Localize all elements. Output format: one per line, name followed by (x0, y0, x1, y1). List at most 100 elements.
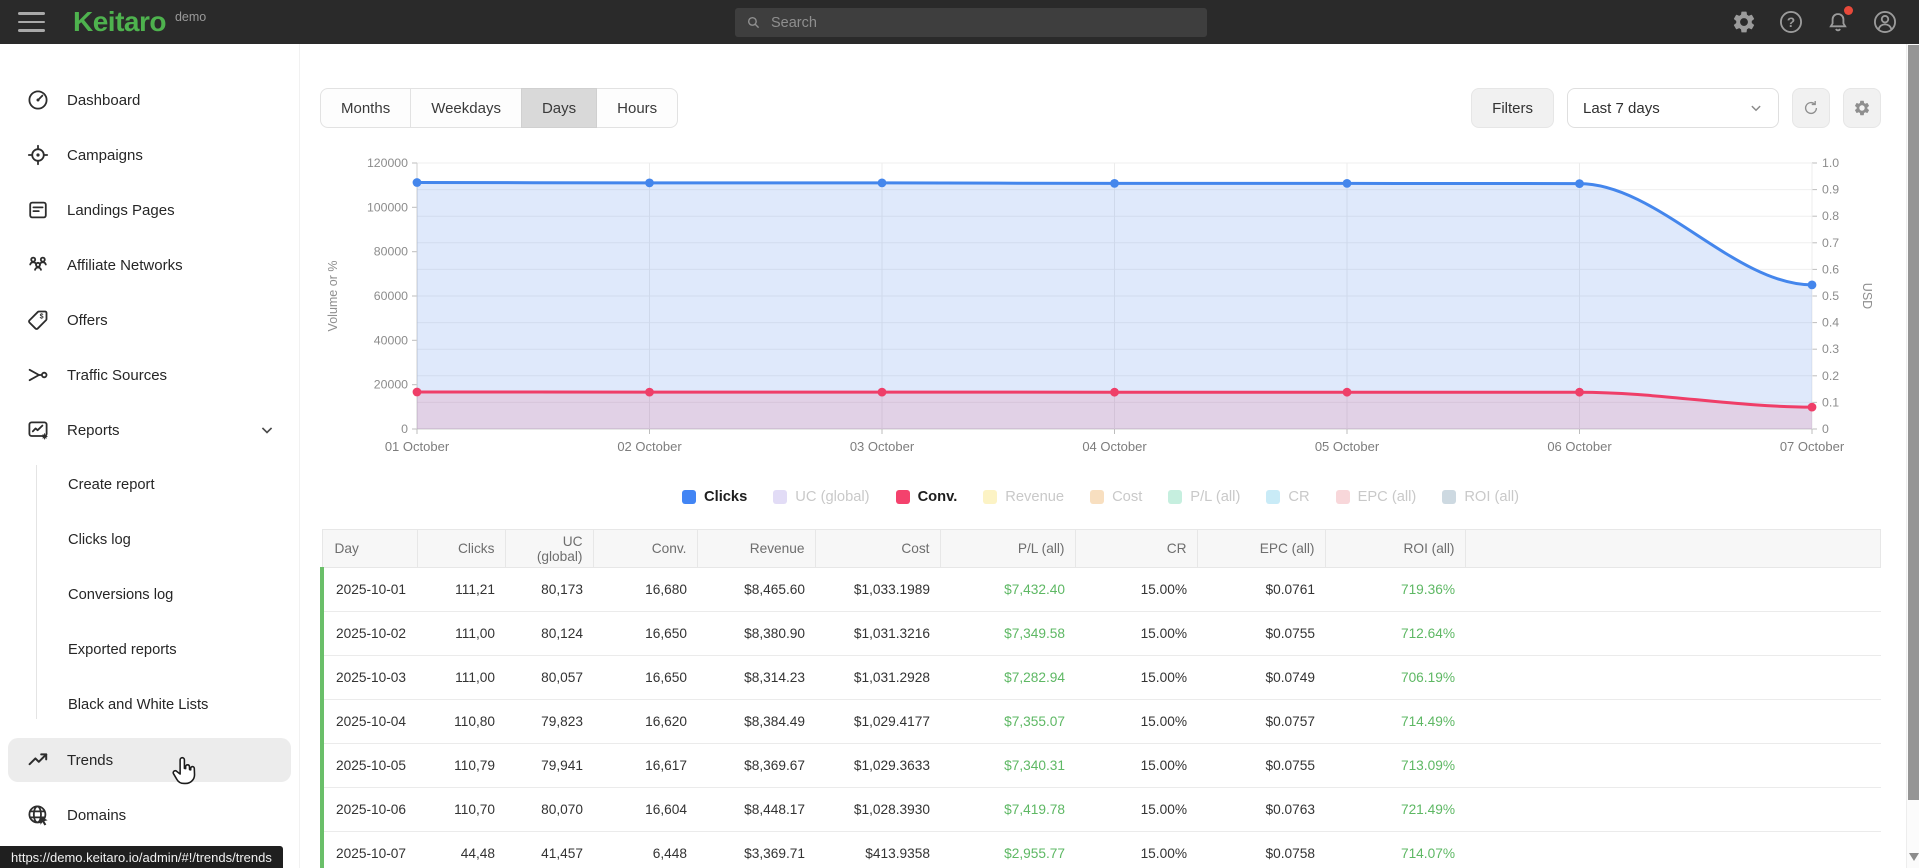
cell-cr: 15.00% (1075, 655, 1197, 700)
sidebar-item-label: Offers (67, 311, 108, 329)
legend-item-p-l-all-[interactable]: P/L (all) (1168, 489, 1240, 505)
cell-conv-: 16,620 (593, 699, 697, 744)
cell-conv-: 16,617 (593, 743, 697, 788)
scroll-down-arrow-icon[interactable] (1909, 853, 1919, 861)
legend-item-roi-all-[interactable]: ROI (all) (1442, 489, 1519, 505)
cell-p-l-all-: $7,340.31 (940, 743, 1075, 788)
chart-settings-button[interactable] (1843, 88, 1881, 128)
table-row[interactable]: 2025-10-05 110,79 79,941 16,617 $8,369.67 $1,… (320, 743, 1881, 788)
column-header-epc-all-[interactable]: EPC (all) (1196, 529, 1326, 568)
table-row[interactable]: 2025-10-03 111,00 80,057 16,650 $8,314.23 $1,… (320, 655, 1881, 700)
sidebar-item-dashboard[interactable]: Dashboard (8, 78, 291, 122)
tab-days[interactable]: Days (520, 88, 598, 128)
menu-icon[interactable] (18, 12, 45, 32)
column-header-cost[interactable]: Cost (814, 529, 941, 568)
sidebar-subitem-create-report[interactable]: Create report (8, 463, 291, 507)
legend-item-cost[interactable]: Cost (1090, 489, 1142, 505)
sidebar-item-trends[interactable]: Trends (8, 738, 291, 782)
sidebar-subitem-exported-reports[interactable]: Exported reports (8, 628, 291, 672)
legend-swatch (983, 490, 998, 504)
table-row[interactable]: 2025-10-04 110,80 79,823 16,620 $8,384.49 $1,… (320, 699, 1881, 744)
tab-months[interactable]: Months (320, 88, 412, 128)
cell-epc-all-: $0.0755 (1197, 611, 1325, 656)
cell-conv-: 16,680 (593, 567, 697, 612)
sidebar-item-reports[interactable]: Reports (8, 408, 291, 452)
search-input[interactable] (771, 14, 1197, 31)
account-icon[interactable] (1872, 9, 1898, 35)
refresh-button[interactable] (1792, 88, 1830, 128)
scrollbar[interactable] (1906, 44, 1919, 868)
cell-clicks: 111,00 (417, 655, 505, 700)
trends-table: Day Clicks UC (global) Conv. Revenue Cost P/L … (320, 529, 1881, 868)
column-header-uc-global-[interactable]: UC (global) (504, 529, 594, 568)
sidebar-subitem-black-and-white-lists[interactable]: Black and White Lists (8, 683, 291, 727)
tab-hours[interactable]: Hours (596, 88, 679, 128)
reports-submenu: Create report Clicks log Conversions log Ex… (0, 463, 299, 727)
filters-button[interactable]: Filters (1471, 88, 1554, 128)
cell-cr: 15.00% (1075, 787, 1197, 832)
sidebar-subitem-clicks-log[interactable]: Clicks log (8, 518, 291, 562)
svg-text:0.9: 0.9 (1822, 183, 1839, 197)
landings-icon (26, 198, 50, 222)
svg-text:?: ? (1787, 15, 1795, 30)
brand-logo: Keitaro (73, 6, 166, 37)
legend-item-clicks[interactable]: Clicks (682, 489, 747, 505)
cell-day: 2025-10-05 (320, 743, 417, 788)
legend-item-cr[interactable]: CR (1266, 489, 1310, 505)
table-row[interactable]: 2025-10-02 111,00 80,124 16,650 $8,380.90 $1,… (320, 611, 1881, 656)
column-header-roi-all-[interactable]: ROI (all) (1324, 529, 1466, 568)
notification-badge (1844, 6, 1853, 15)
legend-item-revenue[interactable]: Revenue (983, 489, 1064, 505)
cell-conv-: 6,448 (593, 831, 697, 868)
sidebar-item-traffic-sources[interactable]: Traffic Sources (8, 353, 291, 397)
search-box[interactable] (735, 8, 1207, 37)
topbar-icons: ? (1731, 0, 1898, 44)
sidebar-item-offers[interactable]: $ Offers (8, 298, 291, 342)
sidebar-item-landings-pages[interactable]: Landings Pages (8, 188, 291, 232)
table-row[interactable]: 2025-10-07 44,48 41,457 6,448 $3,369.71 $413.… (320, 831, 1881, 868)
table-row[interactable]: 2025-10-01 111,21 80,173 16,680 $8,465.60 $1,… (320, 567, 1881, 612)
reports-icon (26, 418, 50, 442)
cell-cr: 15.00% (1075, 611, 1197, 656)
svg-text:0.6: 0.6 (1822, 262, 1839, 276)
cell-epc-all-: $0.0761 (1197, 567, 1325, 612)
toolbar: Months Weekdays Days Hours Filters Last 7 d… (320, 88, 1881, 128)
column-header-conv-[interactable]: Conv. (592, 529, 698, 568)
sidebar-item-domains[interactable]: Domains (8, 793, 291, 837)
column-header-cr[interactable]: CR (1074, 529, 1198, 568)
legend-swatch (682, 490, 696, 504)
settings-icon[interactable] (1731, 9, 1757, 35)
cell-cost: $1,028.3930 (815, 787, 940, 832)
help-icon[interactable]: ? (1778, 9, 1804, 35)
sidebar-item-label: Traffic Sources (67, 366, 168, 384)
legend-item-conv-[interactable]: Conv. (895, 489, 957, 505)
legend-swatch (1335, 490, 1350, 504)
cell-day: 2025-10-03 (320, 655, 417, 700)
table-row[interactable]: 2025-10-06 110,70 80,070 16,604 $8,448.17 $1,… (320, 787, 1881, 832)
notifications-icon[interactable] (1825, 6, 1853, 35)
status-url-tooltip: https://demo.keitaro.io/admin/#!/trends/… (0, 846, 283, 868)
svg-text:$: $ (40, 314, 44, 321)
column-header-revenue[interactable]: Revenue (696, 529, 816, 568)
sidebar-item-affiliate-networks[interactable]: Affiliate Networks (8, 243, 291, 287)
legend-item-epc-all-[interactable]: EPC (all) (1335, 489, 1416, 505)
scrollbar-thumb[interactable] (1908, 45, 1919, 800)
column-header-p-l-all-[interactable]: P/L (all) (939, 529, 1076, 568)
sidebar-item-campaigns[interactable]: Campaigns (8, 133, 291, 177)
svg-text:0: 0 (1822, 422, 1829, 436)
chart-legend: Clicks UC (global) Conv. Revenue Cost P/L (al… (320, 489, 1881, 505)
cell-p-l-all-: $2,955.77 (940, 831, 1075, 868)
cell-uc-global-: 79,941 (505, 743, 593, 788)
cell-p-l-all-: $7,355.07 (940, 699, 1075, 744)
column-header-clicks[interactable]: Clicks (416, 529, 506, 568)
cell-cr: 15.00% (1075, 743, 1197, 788)
cell-uc-global-: 80,070 (505, 787, 593, 832)
cell-roi-all-: 714.07% (1325, 831, 1465, 868)
sidebar-subitem-conversions-log[interactable]: Conversions log (8, 573, 291, 617)
date-range-select[interactable]: Last 7 days (1567, 88, 1779, 128)
svg-text:0.8: 0.8 (1822, 209, 1839, 223)
column-header-day[interactable]: Day (321, 529, 418, 568)
tab-weekdays[interactable]: Weekdays (410, 88, 522, 128)
legend-label: P/L (all) (1190, 489, 1241, 505)
legend-item-uc-global-[interactable]: UC (global) (773, 489, 870, 505)
